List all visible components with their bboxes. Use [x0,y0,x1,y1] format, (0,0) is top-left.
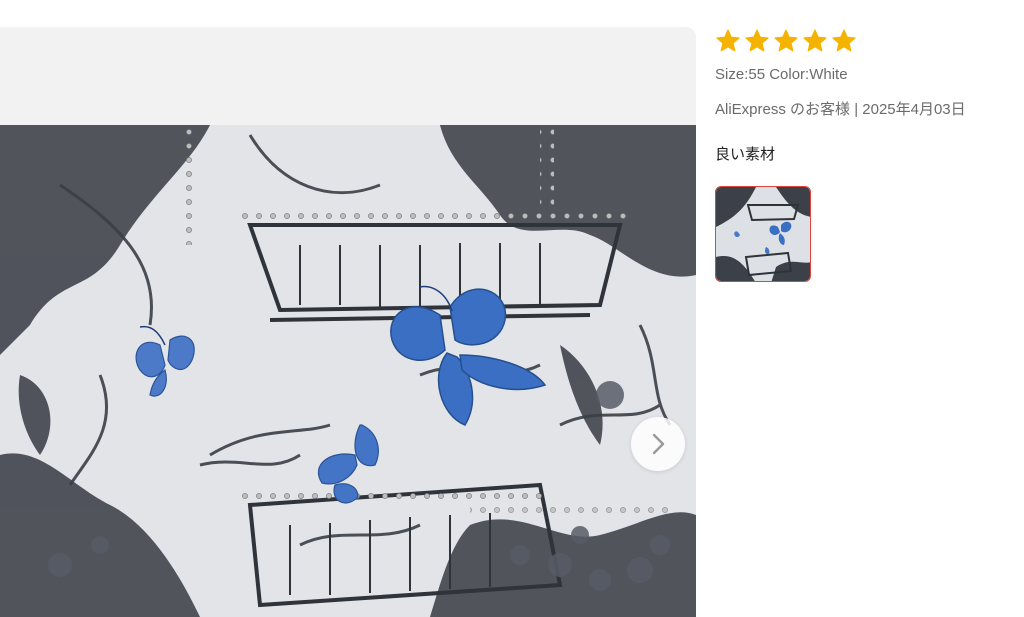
star-rating [715,28,1020,54]
chevron-right-icon [652,433,665,455]
review-photo-thumbnails [715,186,1020,282]
review-photo-thumbnail[interactable] [715,186,811,282]
review-comment: 良い素材 [715,146,776,163]
star-icon [715,28,741,54]
reviewer-and-date: AliExpress のお客様 | 2025年4月03日 [715,101,966,118]
photo-viewer [0,27,696,617]
next-photo-button[interactable] [631,417,685,471]
thumbnail-image [716,187,810,281]
review-details: Size:55 Color:White AliExpress のお客様 | 20… [715,28,1020,282]
review-photo [0,125,696,617]
star-icon [773,28,799,54]
review-sku: Size:55 Color:White [715,66,848,83]
review-lightbox: Size:55 Color:White AliExpress のお客様 | 20… [0,0,1024,617]
star-icon [744,28,770,54]
star-icon [831,28,857,54]
star-icon [802,28,828,54]
